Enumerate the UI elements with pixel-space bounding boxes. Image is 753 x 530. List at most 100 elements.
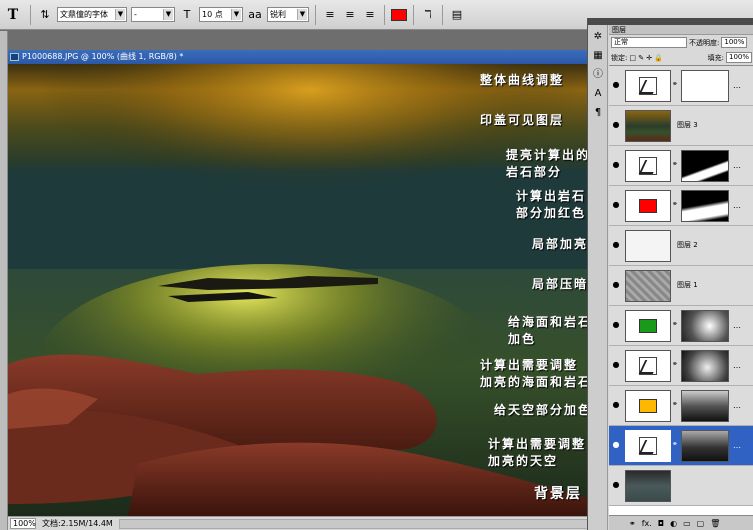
font-style-dropdown[interactable]: - ▼ <box>131 7 175 22</box>
text-color-swatch[interactable] <box>391 8 407 21</box>
character-panel-icon[interactable]: ▤ <box>449 7 465 23</box>
annotation: 提亮计算出的 <box>506 148 591 162</box>
link-layers-icon[interactable]: ⚭ <box>629 519 636 528</box>
annotation: 给天空部分加色 <box>494 403 593 417</box>
layers-list: ● ⚭ … ● 图层 3 ● ⚭ … ● ⚭ … ● 图层 2 ● 图层 1 ●… <box>609 65 753 515</box>
panels-area: ✲ ▦ ⓘ A ¶ 图层 正常 不透明度: 100% 锁定: □ ✎ ✛ 🔒 填… <box>587 18 753 530</box>
layer-row[interactable]: ● <box>609 466 753 506</box>
font-size-icon: T <box>183 8 191 21</box>
separator <box>413 4 414 25</box>
panel-header[interactable] <box>588 18 753 25</box>
eye-icon[interactable]: ● <box>611 320 621 330</box>
opacity-field[interactable]: 100% <box>721 37 748 48</box>
warp-text-icon[interactable]: ℸ <box>420 7 436 23</box>
separator <box>315 4 316 25</box>
layer-row[interactable]: ● ⚭ … <box>609 146 753 186</box>
annotation: 背景层 <box>534 486 582 502</box>
font-size-dropdown[interactable]: 10 点 ▼ <box>199 7 243 22</box>
eye-icon[interactable]: ● <box>611 480 621 490</box>
link-icon: ⚭ <box>672 320 678 328</box>
layer-mask-thumbnail[interactable] <box>681 310 729 342</box>
layer-row[interactable]: ● ⚭ … <box>609 66 753 106</box>
annotation: 计算出岩石 <box>516 189 587 203</box>
opacity-label: 不透明度: <box>689 38 720 47</box>
layer-name: 图层 2 <box>677 241 698 249</box>
blend-row: 正常 不透明度: 100% <box>609 35 753 50</box>
layer-mask-thumbnail[interactable] <box>681 70 729 102</box>
layer-row-active[interactable]: ● ⚭ … <box>609 426 753 466</box>
layer-name: 图层 3 <box>677 121 698 129</box>
layer-thumbnail <box>625 230 671 262</box>
lock-icons[interactable]: □ ✎ ✛ 🔒 <box>629 54 663 62</box>
link-icon: ⚭ <box>672 160 678 168</box>
eye-icon[interactable]: ● <box>611 80 621 90</box>
layer-row[interactable]: ● 图层 3 <box>609 106 753 146</box>
eye-icon[interactable]: ● <box>611 120 621 130</box>
chevron-down-icon: ▼ <box>231 9 241 20</box>
trash-icon[interactable]: 🗑 <box>710 519 720 528</box>
adjustment-layer-icon[interactable]: ◐ <box>670 519 677 528</box>
antialias-dropdown[interactable]: 锐利 ▼ <box>267 7 309 22</box>
layers-tab[interactable]: 图层 <box>609 25 753 35</box>
layer-thumbnail <box>625 110 671 142</box>
antialias-icon: aa <box>248 8 262 21</box>
link-icon: ⚭ <box>672 360 678 368</box>
eye-icon[interactable]: ● <box>611 240 621 250</box>
eye-icon[interactable]: ● <box>611 200 621 210</box>
layer-mask-thumbnail[interactable] <box>681 350 729 382</box>
eye-icon[interactable]: ● <box>611 160 621 170</box>
paragraph-icon[interactable]: ¶ <box>591 106 605 120</box>
layer-thumbnail <box>625 270 671 302</box>
horizontal-scrollbar[interactable] <box>118 518 604 529</box>
histogram-icon[interactable]: ▦ <box>591 49 605 63</box>
layer-mask-thumbnail[interactable] <box>681 390 729 422</box>
layer-row[interactable]: ● ⚭ … <box>609 306 753 346</box>
layer-row[interactable]: ● 图层 1 <box>609 266 753 306</box>
layer-mask-thumbnail[interactable] <box>681 190 729 222</box>
layer-row[interactable]: ● 图层 2 <box>609 226 753 266</box>
document-title-bar[interactable]: P1000688.JPG @ 100% (曲线 1, RGB/8) * <box>8 50 612 64</box>
separator <box>442 4 443 25</box>
fill-field[interactable]: 100% <box>726 52 752 63</box>
toolbox-strip[interactable] <box>0 31 8 530</box>
annotation: 计算出需要调整 <box>480 358 579 372</box>
info-icon[interactable]: ⓘ <box>591 68 605 82</box>
font-family-dropdown[interactable]: 文鼎僮的字体 ▼ <box>57 7 127 22</box>
align-right-icon[interactable]: ≡ <box>362 7 378 23</box>
layer-row[interactable]: ● ⚭ … <box>609 186 753 226</box>
type-tool-icon[interactable]: T <box>2 7 24 23</box>
chevron-down-icon: ▼ <box>115 9 125 20</box>
image-canvas[interactable]: 整体曲线调整 印盖可见图层 提亮计算出的 岩石部分 计算出岩石 部分加红色 局部… <box>8 64 612 516</box>
add-mask-icon[interactable]: ◘ <box>658 519 664 528</box>
align-center-icon[interactable]: ≡ <box>342 7 358 23</box>
layer-row[interactable]: ● ⚭ … <box>609 386 753 426</box>
fx-icon[interactable]: fx. <box>642 519 652 528</box>
group-icon[interactable]: ▭ <box>683 519 691 528</box>
zoom-field[interactable]: 100% <box>10 518 36 529</box>
character-icon[interactable]: A <box>591 87 605 101</box>
document-info[interactable]: 文档:2.15M/14.4M <box>42 518 113 529</box>
layers-panel: 图层 正常 不透明度: 100% 锁定: □ ✎ ✛ 🔒 填充: 100% ● … <box>609 25 753 530</box>
layer-mask-thumbnail[interactable] <box>681 430 729 462</box>
lock-label: 锁定: <box>611 53 628 62</box>
layer-row[interactable]: ● ⚭ … <box>609 346 753 386</box>
eye-icon[interactable]: ● <box>611 440 621 450</box>
text-orientation-icon[interactable]: ⇅ <box>37 7 53 23</box>
eye-icon[interactable]: ● <box>611 400 621 410</box>
annotation: 部分加红色 <box>516 206 587 220</box>
navigator-icon[interactable]: ✲ <box>591 30 605 44</box>
annotation: 给海面和岩石 <box>508 315 593 329</box>
separator <box>30 4 31 25</box>
layer-thumbnail <box>625 470 671 502</box>
eye-icon[interactable]: ● <box>611 280 621 290</box>
align-left-icon[interactable]: ≡ <box>322 7 338 23</box>
curves-adjustment-icon <box>625 150 671 182</box>
layer-mask-thumbnail[interactable] <box>681 150 729 182</box>
curves-adjustment-icon <box>625 430 671 462</box>
annotation: 局部压暗 <box>532 277 589 291</box>
annotation: 计算出需要调整 <box>488 437 587 451</box>
eye-icon[interactable]: ● <box>611 360 621 370</box>
chevron-down-icon: ▼ <box>297 9 307 20</box>
blend-mode-select[interactable]: 正常 <box>611 37 687 48</box>
new-layer-icon[interactable]: ▢ <box>697 519 705 528</box>
